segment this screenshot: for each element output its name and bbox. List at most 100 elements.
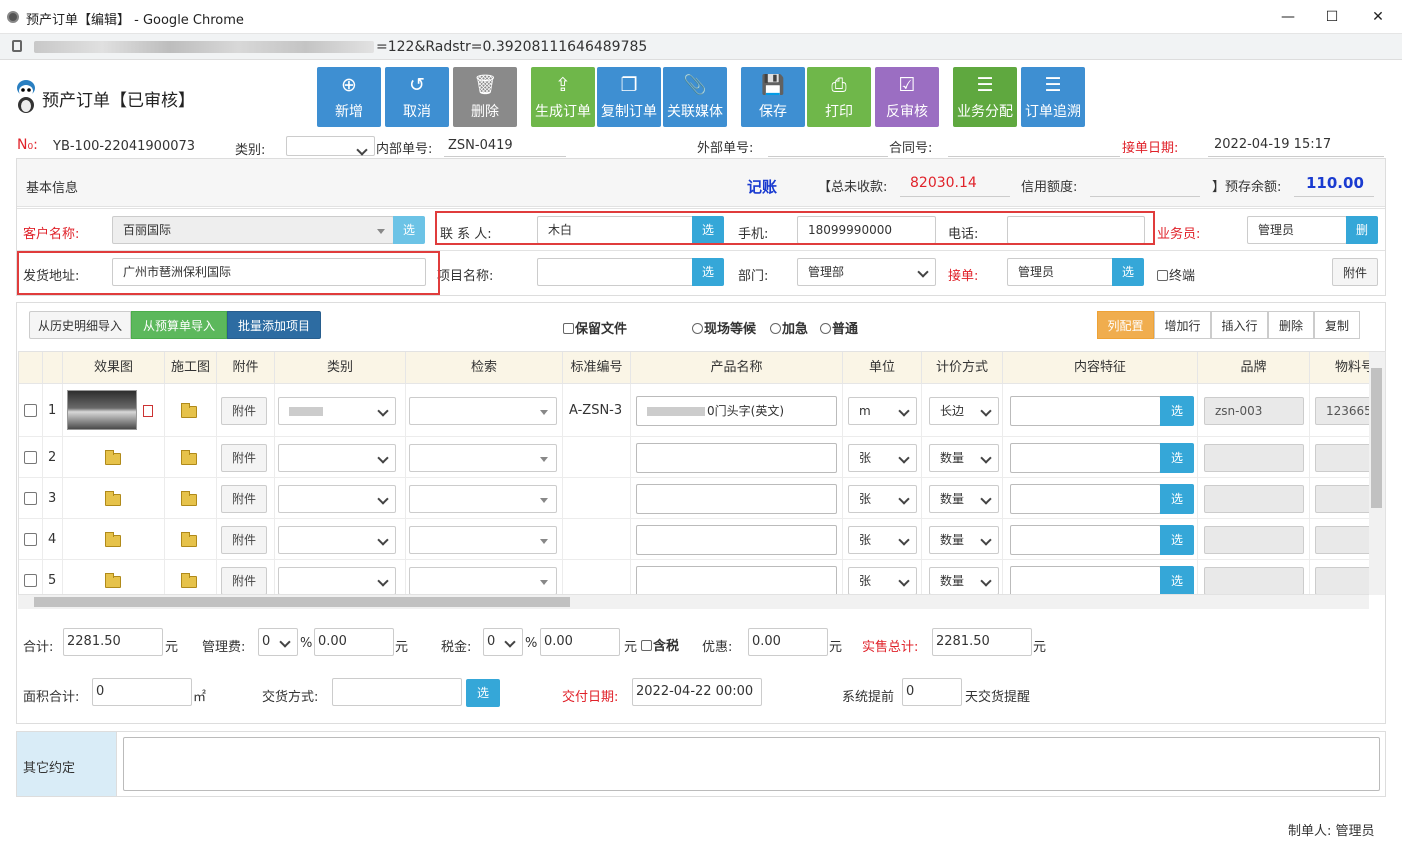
mgmt-fee-input[interactable]: 0.00 — [314, 628, 394, 656]
row-pricing-select[interactable]: 数量 — [929, 566, 999, 594]
toolbar-button-0[interactable]: ⊕ 新增 — [317, 67, 381, 127]
toolbar-button-8[interactable]: ☑ 反审核 — [875, 67, 939, 127]
maximize-icon[interactable]: ☐ — [1320, 6, 1344, 28]
tax-input[interactable]: 0.00 — [540, 628, 620, 656]
row-unit-select[interactable]: 张 — [848, 484, 917, 513]
row-unit-select[interactable]: m — [848, 396, 917, 425]
sum-input[interactable]: 2281.50 — [63, 628, 163, 656]
upload-folder-icon[interactable] — [181, 490, 197, 506]
radio-onsite[interactable]: 现场等候 — [692, 318, 756, 337]
row-pricing-select[interactable]: 长边 — [929, 396, 999, 425]
batch-add-button[interactable]: 批量添加项目 — [227, 311, 321, 339]
row-checkbox[interactable] — [24, 491, 37, 505]
attach-button[interactable]: 附件 — [1332, 258, 1378, 286]
delete-image-icon[interactable] — [143, 404, 153, 417]
row-category-select[interactable] — [278, 484, 396, 513]
tax-included-checkbox[interactable]: 含税 — [641, 635, 679, 654]
radio-urgent[interactable]: 加急 — [770, 318, 808, 337]
minimize-icon[interactable]: — — [1276, 6, 1300, 28]
row-checkbox[interactable] — [24, 573, 37, 587]
row-search-select[interactable] — [409, 566, 557, 594]
row-feature-pick-button[interactable]: 选 — [1160, 483, 1194, 514]
row-feature-pick-button[interactable]: 选 — [1160, 524, 1194, 555]
discount-input[interactable]: 0.00 — [748, 628, 828, 656]
toolbar-button-3[interactable]: ⇪ 生成订单 — [531, 67, 595, 127]
delivery-pick-button[interactable]: 选 — [466, 679, 500, 707]
contract-input[interactable] — [948, 156, 1120, 157]
toolbar-button-5[interactable]: 📎 关联媒体 — [663, 67, 727, 127]
row-product-input[interactable] — [636, 524, 837, 555]
delivery-date-input[interactable]: 2022-04-22 00:00 — [632, 678, 762, 706]
upload-folder-icon[interactable] — [105, 449, 121, 465]
row-brand-input[interactable]: zsn-003 — [1204, 396, 1304, 425]
customer-pick-button[interactable]: 选 — [393, 216, 425, 244]
dept-select[interactable]: 管理部 — [797, 258, 936, 286]
copy-row-button[interactable]: 复制 — [1314, 311, 1360, 339]
project-input[interactable] — [537, 258, 695, 286]
row-attach-button[interactable]: 附件 — [221, 566, 267, 594]
terminal-checkbox[interactable]: 终端 — [1157, 265, 1195, 284]
actual-total-input[interactable]: 2281.50 — [932, 628, 1032, 656]
row-unit-select[interactable]: 张 — [848, 525, 917, 554]
row-pricing-select[interactable]: 数量 — [929, 443, 999, 472]
row-feature-pick-button[interactable]: 选 — [1160, 565, 1194, 594]
toolbar-button-7[interactable]: ⎙ 打印 — [807, 67, 871, 127]
keep-files-checkbox[interactable]: 保留文件 — [563, 318, 627, 337]
column-config-button[interactable]: 列配置 — [1097, 311, 1154, 339]
row-product-input[interactable] — [636, 483, 837, 514]
row-brand-input[interactable] — [1204, 525, 1304, 554]
row-attach-button[interactable]: 附件 — [221, 525, 267, 554]
toolbar-button-9[interactable]: ☰ 业务分配 — [953, 67, 1017, 127]
row-search-select[interactable] — [409, 443, 557, 472]
inner-no-value[interactable]: ZSN-0419 — [448, 138, 513, 153]
import-history-button[interactable]: 从历史明细导入 — [29, 311, 131, 339]
row-attach-button[interactable]: 附件 — [221, 443, 267, 472]
row-search-select[interactable] — [409, 484, 557, 513]
address-bar[interactable]: =122&Radstr=0.39208111646489785 — [0, 34, 1402, 60]
row-search-select[interactable] — [409, 525, 557, 554]
row-product-input[interactable] — [636, 565, 837, 594]
row-attach-button[interactable]: 附件 — [221, 396, 267, 425]
row-unit-select[interactable]: 张 — [848, 443, 917, 472]
upload-folder-icon[interactable] — [105, 572, 121, 588]
row-checkbox[interactable] — [24, 532, 37, 546]
order-date-value[interactable]: 2022-04-19 15:17 — [1214, 137, 1331, 152]
row-category-select[interactable] — [278, 525, 396, 554]
insert-row-button[interactable]: 插入行 — [1211, 311, 1268, 339]
upload-folder-icon[interactable] — [181, 531, 197, 547]
category-select[interactable] — [286, 136, 375, 156]
row-pricing-select[interactable]: 数量 — [929, 484, 999, 513]
delete-row-button[interactable]: 删除 — [1268, 311, 1314, 339]
close-icon[interactable]: ✕ — [1366, 6, 1390, 28]
upload-folder-icon[interactable] — [105, 531, 121, 547]
row-category-select[interactable] — [278, 396, 396, 425]
salesman-delete-button[interactable]: 删 — [1346, 216, 1378, 244]
salesman-input[interactable]: 管理员 — [1247, 216, 1347, 244]
remind-input[interactable]: 0 — [902, 678, 962, 706]
row-feature-input[interactable] — [1010, 483, 1161, 514]
row-unit-select[interactable]: 张 — [848, 566, 917, 594]
upload-folder-icon[interactable] — [181, 449, 197, 465]
row-feature-input[interactable] — [1010, 565, 1161, 594]
receiver-pick-button[interactable]: 选 — [1112, 258, 1144, 286]
row-feature-pick-button[interactable]: 选 — [1160, 442, 1194, 473]
effect-thumbnail-image[interactable] — [67, 390, 137, 430]
tax-select[interactable]: 0 — [483, 628, 523, 656]
row-brand-input[interactable] — [1204, 484, 1304, 513]
outer-no-input[interactable] — [768, 156, 888, 157]
row-brand-input[interactable] — [1204, 566, 1304, 594]
upload-folder-icon[interactable] — [181, 572, 197, 588]
row-feature-input[interactable] — [1010, 442, 1161, 473]
row-search-select[interactable] — [409, 396, 557, 425]
radio-normal[interactable]: 普通 — [820, 318, 858, 337]
row-product-input[interactable] — [636, 442, 837, 473]
row-category-select[interactable] — [278, 566, 396, 594]
account-link[interactable]: 记账 — [747, 176, 777, 197]
row-checkbox[interactable] — [24, 403, 37, 417]
import-budget-button[interactable]: 从预算单导入 — [131, 311, 227, 339]
toolbar-button-10[interactable]: ☰ 订单追溯 — [1021, 67, 1085, 127]
delivery-input[interactable] — [332, 678, 462, 706]
area-input[interactable]: 0 — [92, 678, 192, 706]
row-pricing-select[interactable]: 数量 — [929, 525, 999, 554]
row-feature-pick-button[interactable]: 选 — [1160, 395, 1194, 426]
